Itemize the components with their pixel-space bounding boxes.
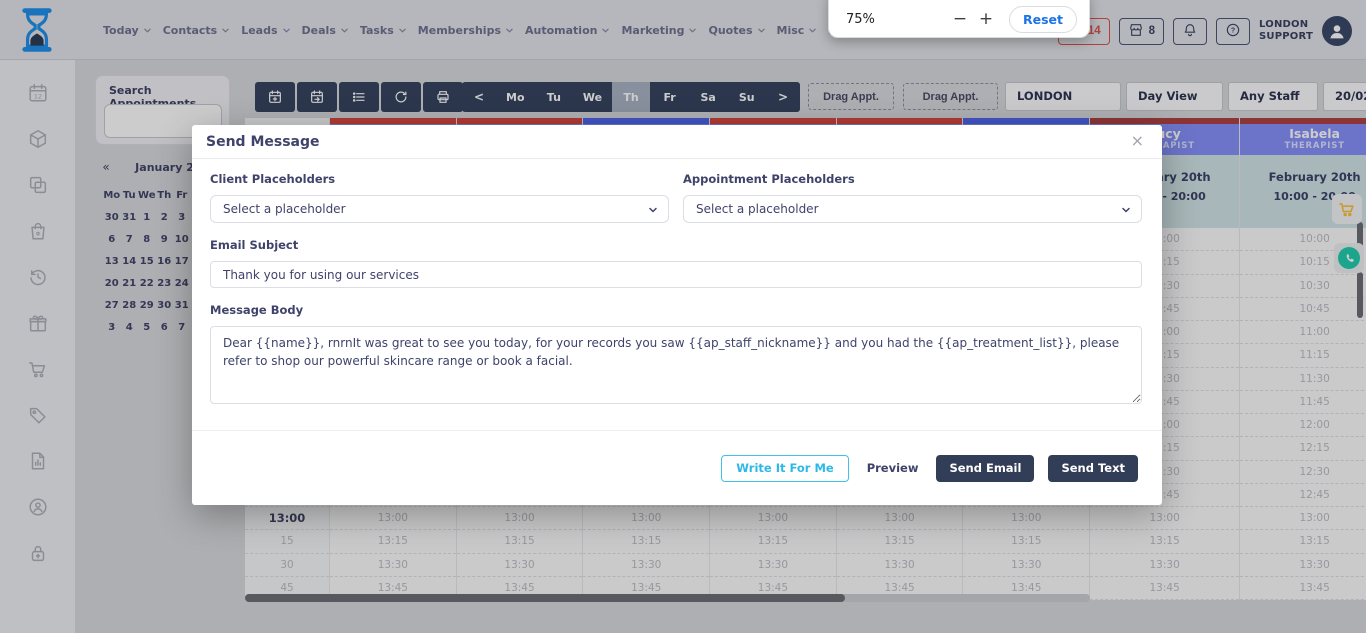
appointment-placeholders-value: Select a placeholder	[696, 202, 819, 216]
appointment-placeholders-label: Appointment Placeholders	[683, 172, 1142, 186]
send-text-button[interactable]: Send Text	[1048, 455, 1138, 482]
appointment-placeholders-select[interactable]: Select a placeholder	[683, 195, 1142, 223]
close-icon[interactable]: ×	[1131, 132, 1144, 150]
message-body-textarea[interactable]: Dear {{name}}, rnrnIt was great to see y…	[210, 326, 1142, 404]
browser-zoom-popup: 75% − + Reset	[828, 0, 1090, 38]
client-placeholders-value: Select a placeholder	[223, 202, 346, 216]
modal-title: Send Message	[206, 134, 320, 150]
write-it-for-me-button[interactable]: Write It For Me	[721, 455, 848, 482]
chevron-down-icon	[647, 204, 659, 216]
send-message-modal: Send Message × Client Placeholders Selec…	[192, 125, 1162, 505]
app-screen: TodayContactsLeadsDealsTasksMembershipsA…	[0, 0, 1366, 633]
email-subject-input[interactable]	[210, 261, 1142, 288]
client-placeholders-label: Client Placeholders	[210, 172, 669, 186]
send-email-button[interactable]: Send Email	[936, 455, 1034, 482]
zoom-out-button[interactable]: −	[947, 9, 973, 29]
client-placeholders-select[interactable]: Select a placeholder	[210, 195, 669, 223]
zoom-level: 75%	[846, 12, 875, 27]
email-subject-label: Email Subject	[210, 238, 1142, 252]
modal-footer: Write It For Me Preview Send Email Send …	[192, 430, 1162, 505]
preview-button[interactable]: Preview	[863, 455, 923, 482]
zoom-in-button[interactable]: +	[973, 9, 999, 29]
chevron-down-icon	[1120, 204, 1132, 216]
zoom-reset-button[interactable]: Reset	[1009, 6, 1077, 33]
message-body-label: Message Body	[210, 303, 1142, 317]
